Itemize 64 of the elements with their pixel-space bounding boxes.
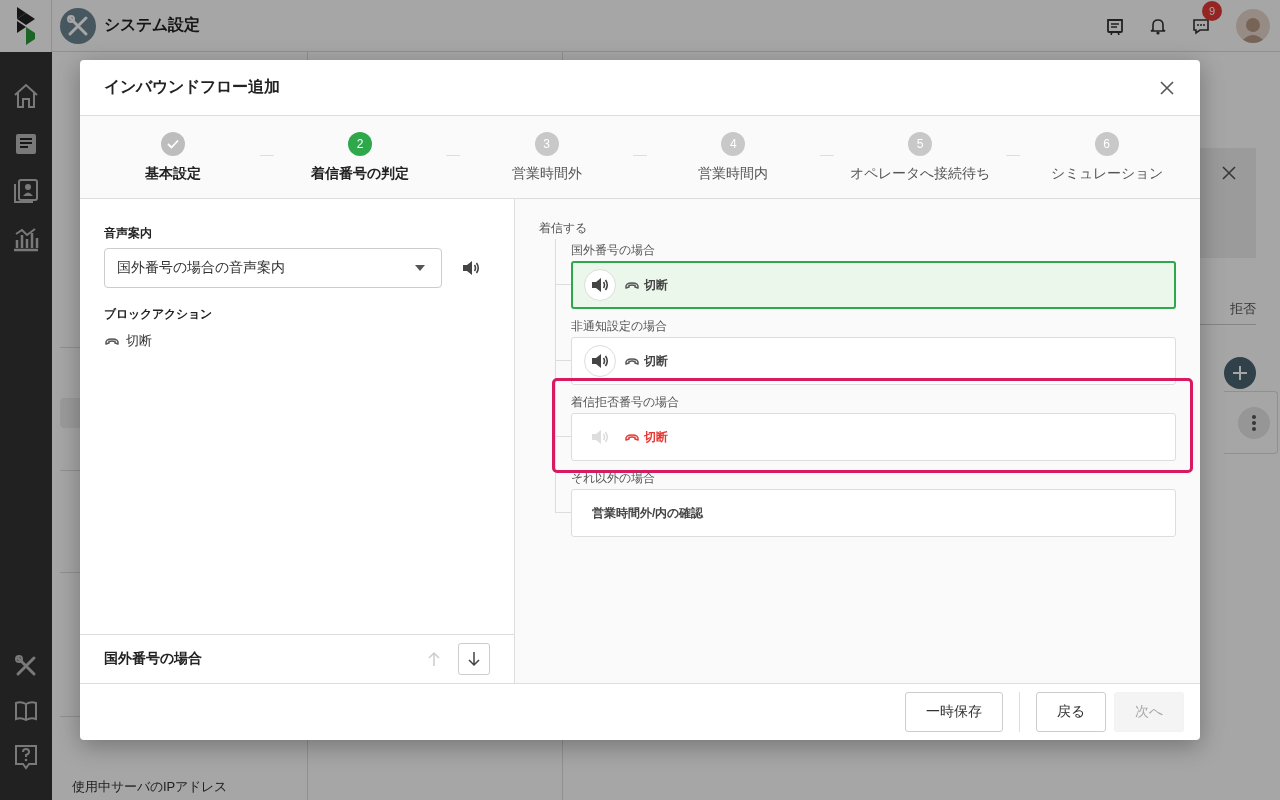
footer-button[interactable]: 戻る — [1036, 692, 1106, 732]
avatar[interactable] — [1236, 8, 1270, 43]
step-label: 着信番号の判定 — [311, 164, 409, 183]
close-icon[interactable] — [1222, 166, 1236, 180]
arrow-down-icon[interactable] — [466, 651, 482, 667]
step-label: 営業時間内 — [698, 164, 769, 183]
step-label: 営業時間外 — [511, 164, 582, 183]
board-icon[interactable] — [1106, 16, 1124, 35]
voice-guidance-select[interactable]: 国外番号の場合の音声案内 — [104, 248, 442, 288]
branch-label: 非通知設定の場合 — [571, 318, 668, 335]
menu-item[interactable]: 使用中サーバのIPアドレス — [68, 776, 232, 798]
menu-row-highlight — [60, 398, 80, 428]
footer-button[interactable]: 一時保存 — [905, 692, 1003, 732]
flow-card[interactable]: 営業時間外/内の確認 — [571, 489, 1176, 537]
caret-down-icon — [415, 265, 425, 271]
panel-title: 国外番号の場合 — [104, 650, 203, 668]
move-down-button[interactable] — [458, 643, 490, 675]
step-number: 2 — [348, 132, 372, 156]
step-label: 基本設定 — [145, 164, 202, 183]
dialog-title: インバウンドフロー追加 — [104, 77, 280, 97]
help-icon[interactable] — [14, 744, 38, 770]
field-label: ブロックアクション — [104, 306, 213, 322]
flow-step-label: 営業時間外/内の確認 — [591, 504, 704, 522]
audio-button[interactable] — [584, 269, 616, 301]
speaker-icon[interactable] — [591, 353, 609, 369]
field-label: 音声案内 — [104, 225, 153, 241]
list-icon[interactable] — [14, 132, 38, 156]
close-icon — [1160, 80, 1174, 95]
page-title: システム設定 — [104, 15, 200, 35]
branch-label: それ以外の場合 — [571, 470, 656, 487]
column-label[interactable]: 拒否 — [1230, 300, 1256, 324]
more-button[interactable] — [1238, 406, 1270, 439]
hang-up-icon — [104, 336, 120, 346]
contact-card-icon[interactable] — [13, 178, 39, 204]
more-icon — [1252, 414, 1256, 431]
book-icon[interactable] — [14, 700, 38, 722]
branch-label: 着信拒否番号の場合 — [571, 394, 680, 411]
close-button[interactable] — [1160, 80, 1174, 95]
play-audio-icon[interactable] — [462, 260, 480, 276]
plus-icon — [1233, 366, 1247, 380]
step-label: オペレータへ接続待ち — [850, 164, 990, 183]
add-button[interactable] — [1224, 357, 1256, 389]
chat-icon[interactable] — [1192, 16, 1210, 35]
action-label: 切断 — [644, 428, 668, 446]
action-label: 切断 — [644, 276, 668, 294]
tools-icon[interactable] — [66, 13, 90, 38]
check-icon — [167, 139, 180, 149]
step-label: シミュレーション — [1050, 164, 1163, 183]
block-action-value: 切断 — [126, 332, 152, 350]
action-label: 切断 — [644, 352, 668, 370]
audio-button[interactable] — [584, 345, 616, 377]
flow-root-label: 着信する — [539, 220, 588, 236]
branch-label: 国外番号の場合 — [571, 242, 656, 259]
hang-up-icon — [624, 432, 640, 442]
flow-card[interactable]: 切断 — [571, 337, 1176, 385]
hang-up-icon — [624, 280, 640, 290]
tools-icon[interactable] — [14, 654, 38, 678]
home-icon[interactable] — [12, 82, 40, 110]
bell-icon[interactable] — [1150, 16, 1166, 35]
speaker-icon[interactable] — [591, 277, 609, 293]
notification-badge: 9 — [1202, 0, 1222, 21]
hang-up-icon — [624, 356, 640, 366]
chart-icon[interactable] — [12, 226, 40, 252]
flow-card[interactable]: 切断 — [571, 261, 1176, 309]
